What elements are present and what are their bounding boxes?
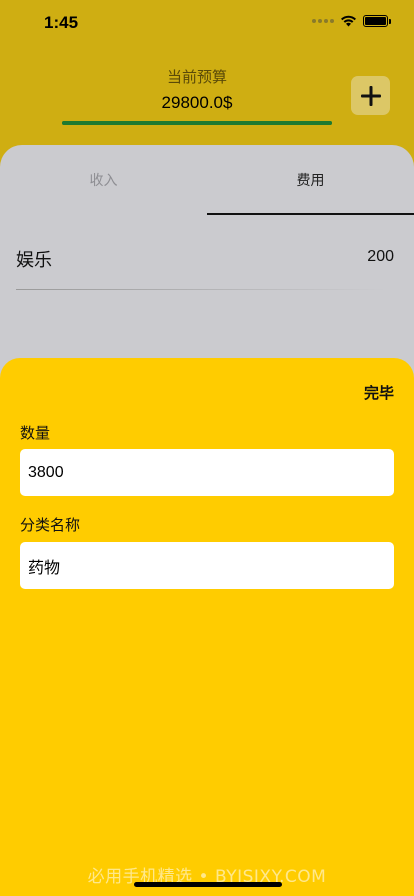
signal-icon [312, 19, 334, 23]
wifi-icon [341, 15, 356, 27]
category-label: 分类名称 [20, 516, 81, 534]
add-button[interactable] [351, 76, 390, 115]
home-indicator[interactable] [134, 882, 282, 887]
budget-progress-bar [62, 121, 332, 125]
list-item-amount: 200 [367, 248, 394, 265]
status-bar: 1:45 [0, 0, 414, 48]
tab-bar: 收入 费用 [0, 145, 414, 215]
status-time: 1:45 [44, 13, 79, 32]
quantity-label: 数量 [20, 424, 51, 442]
category-input[interactable] [20, 542, 394, 589]
budget-title: 当前预算 [166, 68, 227, 86]
plus-icon [360, 85, 381, 106]
list-item-name: 娱乐 [16, 250, 52, 271]
done-button[interactable]: 完毕 [364, 382, 394, 403]
list-item[interactable]: 娱乐 200 [16, 240, 394, 290]
budget-value: 29800.0$ [161, 93, 233, 112]
tab-income[interactable]: 收入 [0, 145, 207, 215]
budget-header: 当前预算 29800.0$ [0, 58, 414, 138]
tab-selected-indicator [207, 213, 414, 215]
tab-expense[interactable]: 费用 [207, 145, 414, 215]
quantity-input[interactable] [20, 449, 394, 496]
add-expense-sheet: 完毕 数量 分类名称 [0, 358, 414, 896]
status-icons [312, 15, 391, 27]
battery-icon [363, 15, 391, 27]
budget-progress-fill [62, 121, 332, 125]
list-divider [16, 289, 386, 290]
